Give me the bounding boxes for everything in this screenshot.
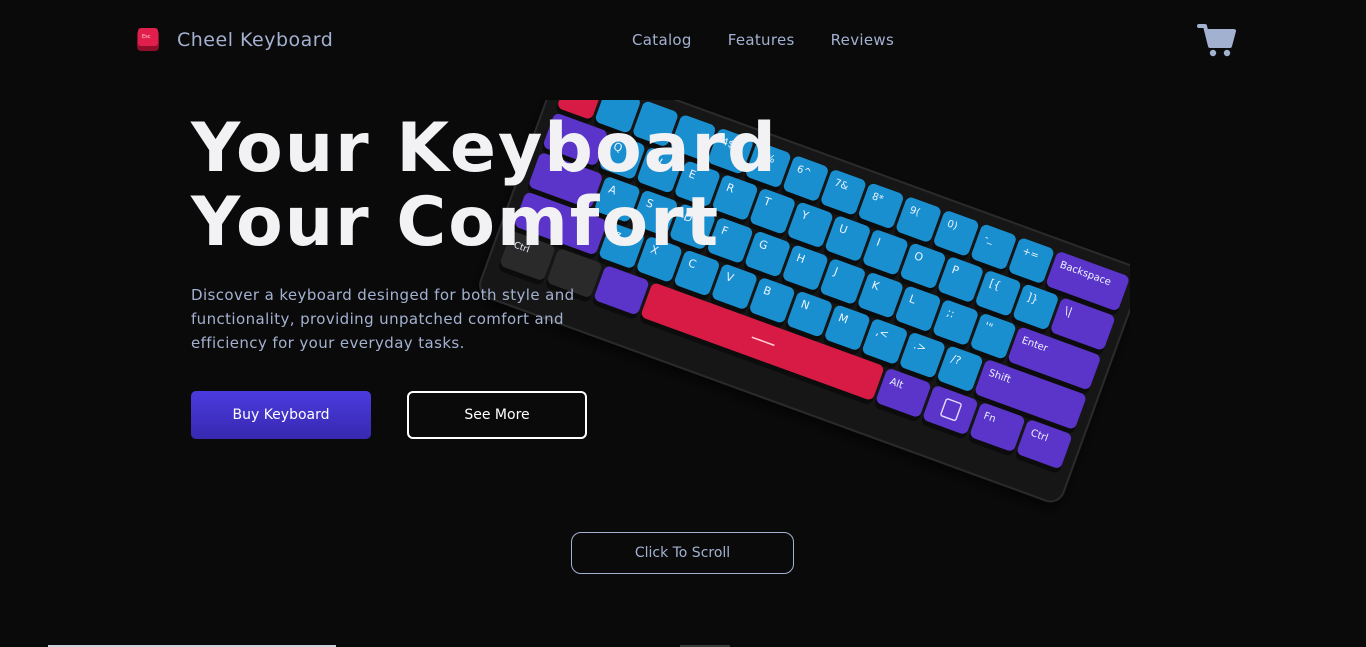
svg-text:Esc: Esc [142, 34, 151, 40]
hero-title-line-2: Your Comfort [191, 183, 721, 262]
hero-title-line-1: Your Keyboard [191, 109, 778, 188]
landing-page: Esc Cheel Keyboard Catalog Features Revi… [0, 0, 1366, 647]
esc-keycap-icon: Esc [137, 28, 159, 51]
brand-name: Cheel Keyboard [177, 29, 334, 51]
hero-description: Discover a keyboard desinged for both st… [191, 286, 575, 352]
click-to-scroll-button[interactable]: Click To Scroll [571, 532, 794, 574]
hero-title: Your Keyboard Your Comfort [191, 112, 778, 260]
main-nav: Catalog Features Reviews [632, 31, 894, 49]
buy-keyboard-button[interactable]: Buy Keyboard [191, 391, 371, 439]
shopping-cart-icon[interactable] [1197, 22, 1237, 60]
nav-catalog[interactable]: Catalog [632, 31, 692, 49]
logo[interactable]: Esc Cheel Keyboard [135, 27, 333, 53]
nav-reviews[interactable]: Reviews [831, 31, 894, 49]
see-more-button[interactable]: See More [407, 391, 587, 439]
nav-features[interactable]: Features [728, 31, 795, 49]
